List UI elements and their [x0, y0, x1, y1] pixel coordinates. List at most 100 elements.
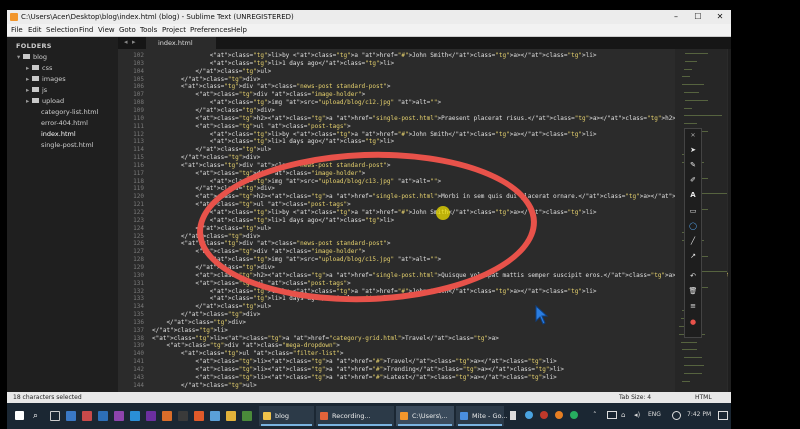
- file-category-list[interactable]: category-list.html: [41, 108, 98, 116]
- code-line[interactable]: </"at">class="tg">div>: [152, 319, 246, 326]
- taskbar-app-sublime[interactable]: C:\Users\...: [396, 406, 454, 426]
- app-icon[interactable]: [82, 411, 92, 421]
- code-line[interactable]: <"at">class="tg">li><"at">class="tg">a "…: [152, 366, 564, 373]
- tray-app-icon[interactable]: [570, 411, 578, 419]
- code-line[interactable]: </"at">class="tg">ul>: [152, 382, 257, 389]
- folder-upload[interactable]: ▸ upload: [26, 97, 64, 105]
- tray-app-icon[interactable]: [555, 411, 563, 419]
- ellipse-icon[interactable]: ◯: [685, 221, 701, 231]
- menu-find[interactable]: Find: [79, 26, 93, 34]
- pen-icon[interactable]: ✎: [685, 160, 701, 170]
- code-line[interactable]: <"at">class="tg">ul "at">class="filter-l…: [152, 350, 344, 357]
- code-line[interactable]: <"at">class="tg">li>1 days ago</"at">cla…: [152, 138, 394, 145]
- status-tab-size[interactable]: Tab Size: 4: [619, 394, 651, 401]
- menu-icon[interactable]: ≡: [685, 301, 701, 311]
- tab-index-html[interactable]: index.html: [146, 37, 216, 49]
- code-line[interactable]: </"at">class="tg">ul>: [152, 146, 271, 153]
- tray-app-icon[interactable]: [540, 411, 548, 419]
- undo-icon[interactable]: ↶: [685, 271, 701, 281]
- code-line[interactable]: <"at">class="tg">li><"at">class="tg">a "…: [152, 374, 556, 381]
- code-line[interactable]: </"at">class="tg">ul>: [152, 68, 271, 75]
- menu-view[interactable]: View: [98, 26, 115, 34]
- menu-bar: File Edit Selection Find View Goto Tools…: [7, 24, 731, 37]
- code-line[interactable]: </"at">class="tg">div>: [152, 107, 275, 114]
- app-icon[interactable]: [98, 411, 108, 421]
- code-line[interactable]: </"at">class="tg">div>: [152, 76, 261, 83]
- code-line[interactable]: </"at">class="tg">div>: [152, 154, 261, 161]
- pointer-icon[interactable]: ➤: [685, 145, 701, 155]
- sidebar: FOLDERS ▾ blog ▸ css ▸ images ▸ js ▸ upload c…: [7, 37, 118, 392]
- windows-start-icon[interactable]: [15, 411, 24, 420]
- tab-nav-right-icon[interactable]: ▸: [132, 38, 136, 46]
- text-icon[interactable]: A: [685, 190, 701, 200]
- volume-icon[interactable]: ◂): [634, 411, 640, 419]
- code-line[interactable]: <"at">class="tg">li>by <"at">class="tg">…: [152, 131, 597, 138]
- illustrator-icon[interactable]: [162, 411, 172, 421]
- app-icon[interactable]: [242, 411, 252, 421]
- code-line[interactable]: </"at">class="tg">li>: [152, 327, 228, 334]
- code-line[interactable]: <"at">class="tg">div "at">class="image-h…: [152, 91, 365, 98]
- vertical-scrollbar[interactable]: [728, 49, 731, 392]
- menu-edit[interactable]: Edit: [28, 26, 42, 34]
- taskbar-app-blog[interactable]: blog: [259, 406, 314, 426]
- chrome-icon[interactable]: [226, 411, 236, 421]
- microphone-icon[interactable]: [510, 411, 516, 420]
- minimize-button[interactable]: –: [665, 11, 687, 23]
- code-line[interactable]: <"at">class="tg">div "at">class="mega-dr…: [152, 342, 339, 349]
- code-line[interactable]: <"at">class="tg">div "at">class="news-po…: [152, 83, 391, 90]
- record-icon[interactable]: ●: [685, 317, 701, 327]
- photoshop-icon[interactable]: [130, 411, 140, 421]
- taskbar-app-recording[interactable]: Recording...: [316, 406, 394, 426]
- file-single-post[interactable]: single-post.html: [41, 141, 94, 149]
- edge-icon[interactable]: [66, 411, 76, 421]
- notifications-icon[interactable]: [718, 411, 728, 420]
- code-line[interactable]: <"at">class="tg">img "at">src="upload/bl…: [152, 99, 441, 106]
- folder-js[interactable]: ▸ js: [26, 86, 47, 94]
- search-icon[interactable]: ⌕: [33, 411, 43, 421]
- line-number: 129: [133, 263, 144, 271]
- folder-images[interactable]: ▸ images: [26, 75, 66, 83]
- app-icon[interactable]: [178, 411, 188, 421]
- menu-tools[interactable]: Tools: [140, 26, 157, 34]
- code-line[interactable]: <"at">class="tg">li>1 days ago</"at">cla…: [152, 60, 394, 67]
- code-line[interactable]: <"at">class="tg">h2><"at">class="tg">a "…: [152, 115, 676, 122]
- trash-icon[interactable]: 🗑: [685, 286, 701, 296]
- task-view-icon[interactable]: [50, 411, 60, 421]
- line-icon[interactable]: ╱: [685, 236, 701, 246]
- app-icon[interactable]: [210, 411, 220, 421]
- menu-preferences[interactable]: Preferences: [190, 26, 231, 34]
- menu-file[interactable]: File: [11, 26, 23, 34]
- code-line[interactable]: <"at">class="tg">li><"at">class="tg">a "…: [152, 335, 499, 342]
- status-syntax[interactable]: HTML: [695, 394, 712, 401]
- code-line[interactable]: <"at">class="tg">ul "at">class="post-tag…: [152, 123, 350, 130]
- file-error-404[interactable]: error-404.html: [41, 119, 88, 127]
- rectangle-icon[interactable]: ▭: [685, 206, 701, 216]
- code-line[interactable]: <"at">class="tg">li><"at">class="tg">a "…: [152, 358, 556, 365]
- filezilla-icon[interactable]: [194, 411, 204, 421]
- code-line[interactable]: </"at">class="tg">ul>: [152, 303, 271, 310]
- file-index[interactable]: index.html: [41, 130, 76, 138]
- close-button[interactable]: ✕: [709, 11, 731, 23]
- marker-icon[interactable]: ✐: [685, 175, 701, 185]
- menu-project[interactable]: Project: [162, 26, 186, 34]
- tab-nav-left-icon[interactable]: ◂: [124, 38, 128, 46]
- arrow-icon[interactable]: ↗: [685, 251, 701, 261]
- menu-goto[interactable]: Goto: [119, 26, 136, 34]
- taskbar-clock[interactable]: 7:42 PM: [687, 411, 711, 418]
- folder-css[interactable]: ▸ css: [26, 64, 52, 72]
- menu-selection[interactable]: Selection: [46, 26, 78, 34]
- maximize-button[interactable]: ☐: [687, 11, 709, 23]
- premiere-icon[interactable]: [114, 411, 124, 421]
- taskbar-app-mite[interactable]: Mite - Go...: [456, 406, 508, 426]
- code-line[interactable]: <"at">class="tg">li>by <"at">class="tg">…: [152, 52, 597, 59]
- menu-help[interactable]: Help: [231, 26, 247, 34]
- after-effects-icon[interactable]: [146, 411, 156, 421]
- folder-blog[interactable]: ▾ blog: [17, 53, 47, 61]
- language-indicator[interactable]: ENG: [648, 411, 661, 418]
- tray-app-icon[interactable]: [525, 411, 533, 419]
- battery-icon[interactable]: [607, 411, 617, 419]
- tray-up-arrow-icon[interactable]: ˄: [593, 411, 597, 419]
- network-icon[interactable]: ⌂: [621, 411, 625, 419]
- code-line[interactable]: </"at">class="tg">div>: [152, 311, 261, 318]
- close-icon[interactable]: ✕: [685, 131, 701, 141]
